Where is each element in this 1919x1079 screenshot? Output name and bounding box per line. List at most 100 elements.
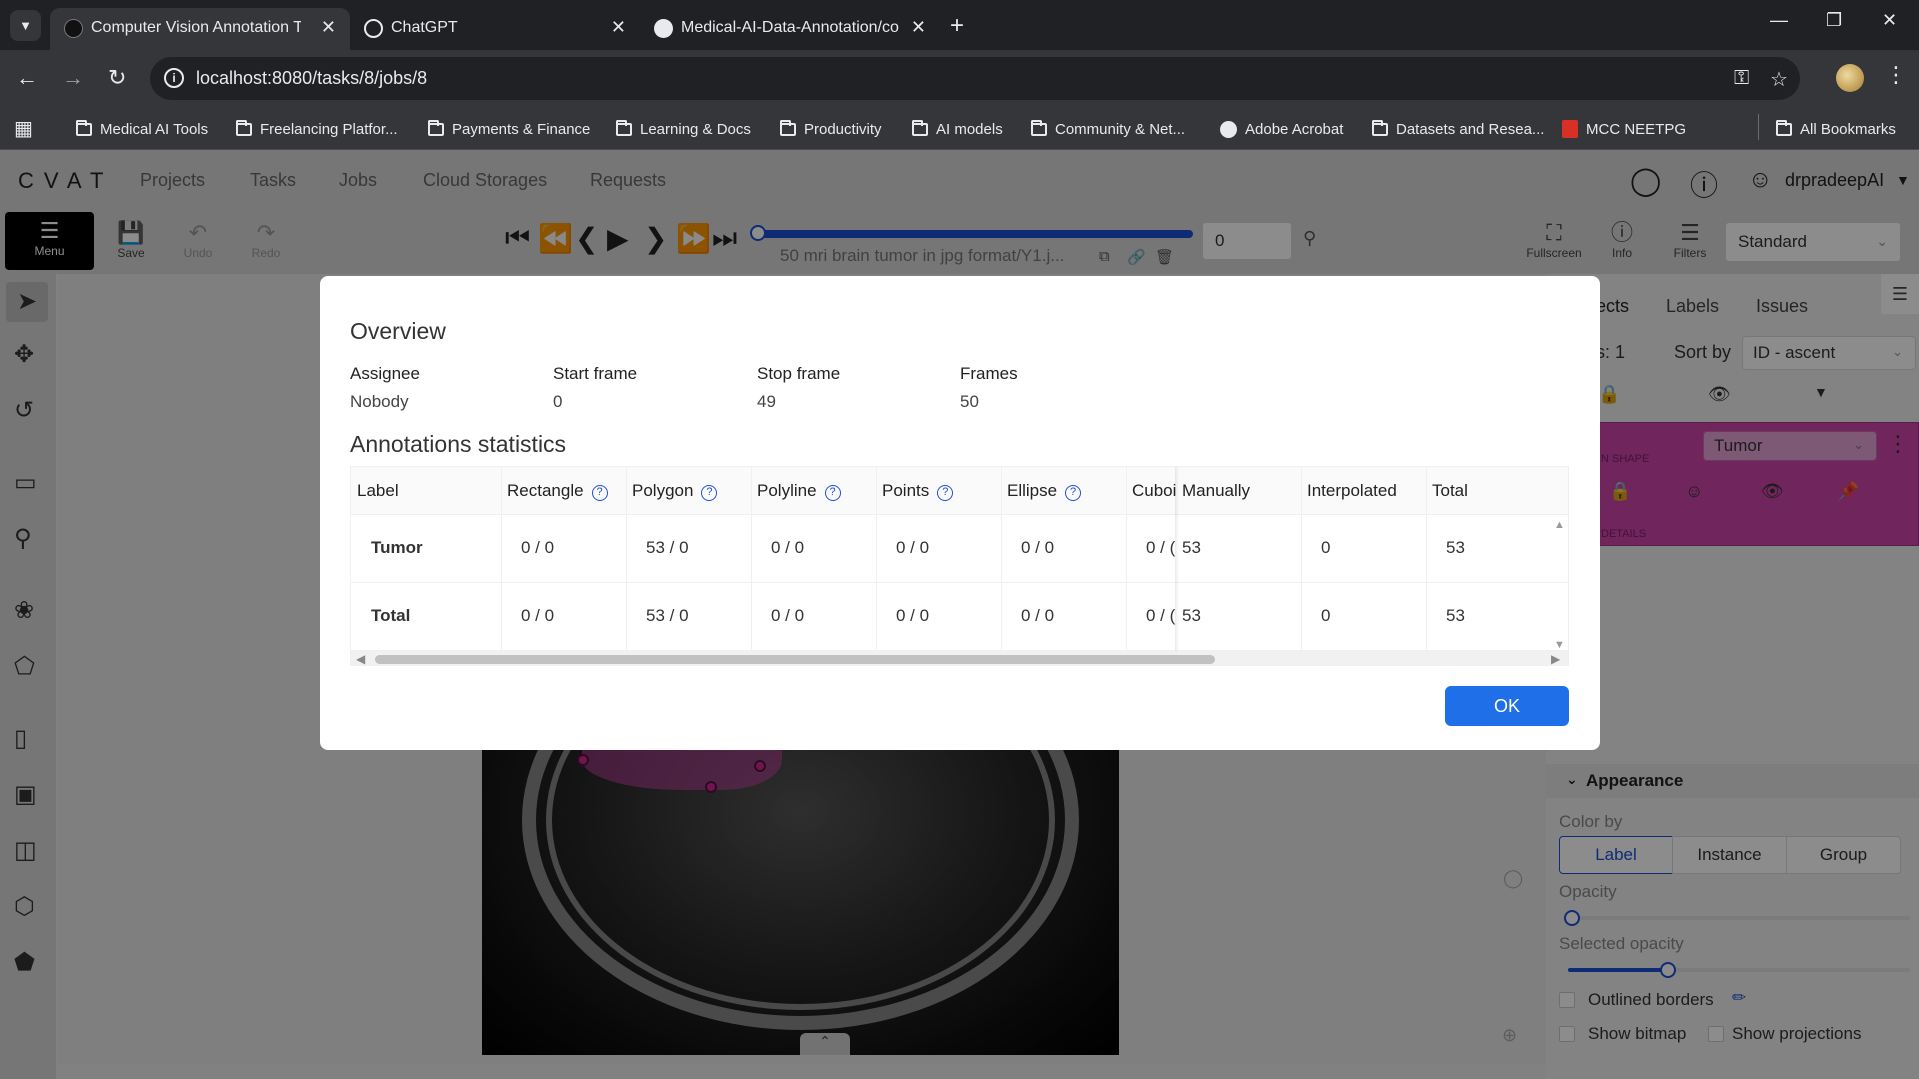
fixed-column-shadow bbox=[1175, 467, 1179, 651]
close-tab-icon[interactable]: ✕ bbox=[911, 17, 926, 38]
assignee-value: Nobody bbox=[350, 392, 409, 411]
reload-icon[interactable]: ↻ bbox=[108, 65, 126, 91]
scroll-right-arrow-icon[interactable]: ▶ bbox=[1551, 652, 1560, 665]
help-circle-icon[interactable]: ? bbox=[937, 485, 954, 501]
ok-button[interactable]: OK bbox=[1445, 686, 1569, 726]
folder-icon bbox=[76, 119, 92, 136]
all-bookmarks[interactable]: All Bookmarks bbox=[1776, 116, 1896, 142]
header-divider bbox=[501, 467, 502, 515]
url-text[interactable]: localhost:8080/tasks/8/jobs/8 bbox=[196, 68, 427, 89]
col-label-text: Manually bbox=[1182, 481, 1251, 500]
col-header-total: Total bbox=[1426, 467, 1568, 515]
table-cell: 53 / 0 bbox=[626, 515, 751, 583]
folder-icon bbox=[1031, 119, 1047, 136]
scroll-left-arrow-icon[interactable]: ◀ bbox=[356, 652, 365, 665]
table-cell: 53 bbox=[1176, 515, 1301, 583]
scroll-up-arrow-icon[interactable]: ▲ bbox=[1554, 519, 1565, 531]
bookmark-label: All Bookmarks bbox=[1800, 120, 1896, 138]
restore-icon[interactable]: ❐ bbox=[1826, 10, 1842, 31]
column-divider bbox=[501, 515, 502, 651]
forward-icon[interactable]: → bbox=[62, 65, 84, 91]
browser-tab-bar: ▼ Computer Vision Annotation To ✕ ChatGP… bbox=[0, 0, 1919, 50]
stop-frame-key: Stop frame bbox=[757, 364, 841, 383]
overview-title: Overview bbox=[350, 318, 446, 344]
job-info-modal: Overview Assignee Nobody Start frame 0 S… bbox=[320, 276, 1600, 750]
help-circle-icon[interactable]: ? bbox=[701, 485, 718, 501]
table-cell: 0 bbox=[1301, 583, 1426, 651]
bookmark-community[interactable]: Community & Net... bbox=[1031, 116, 1185, 142]
bookmark-mcc-neetpg[interactable]: MCC NEETPG bbox=[1562, 116, 1686, 142]
bookmark-label: Adobe Acrobat bbox=[1245, 120, 1344, 138]
column-divider bbox=[626, 515, 627, 651]
tab-chatgpt[interactable]: ChatGPT ✕ bbox=[350, 8, 640, 50]
bookmark-datasets[interactable]: Datasets and Resea... bbox=[1372, 116, 1544, 142]
bookmark-learning[interactable]: Learning & Docs bbox=[616, 116, 751, 142]
bookmark-adobe-acrobat[interactable]: Adobe Acrobat bbox=[1220, 116, 1343, 142]
horizontal-scrollbar[interactable]: ◀ ▶ bbox=[351, 651, 1568, 665]
bookmark-ai-models[interactable]: AI models bbox=[912, 116, 1003, 142]
bookmark-label: Learning & Docs bbox=[640, 120, 751, 138]
start-frame-key: Start frame bbox=[553, 364, 638, 383]
back-icon[interactable]: ← bbox=[16, 65, 38, 91]
help-circle-icon[interactable]: ? bbox=[824, 485, 841, 501]
bookmark-star-icon[interactable]: ☆ bbox=[1770, 67, 1788, 92]
bookmark-payments[interactable]: Payments & Finance bbox=[428, 116, 590, 142]
assignee-key: Assignee bbox=[350, 364, 420, 383]
table-cell: 53 bbox=[1176, 583, 1301, 651]
col-label-text: Interpolated bbox=[1307, 481, 1397, 500]
table-cell: 0 / 0 bbox=[876, 515, 1001, 583]
header-divider bbox=[876, 467, 877, 515]
bookmark-freelancing[interactable]: Freelancing Platfor... bbox=[236, 116, 398, 142]
col-label-text: Label bbox=[357, 481, 399, 500]
bookmark-label: Medical AI Tools bbox=[100, 120, 209, 138]
apps-grid-icon[interactable]: ▦ bbox=[14, 116, 33, 141]
folder-icon bbox=[236, 119, 252, 136]
column-divider bbox=[1301, 515, 1302, 651]
close-tab-icon[interactable]: ✕ bbox=[321, 17, 336, 38]
tab-cvat[interactable]: Computer Vision Annotation To ✕ bbox=[50, 8, 350, 50]
stop-frame-value: 49 bbox=[757, 392, 776, 411]
col-label-text: Ellipse bbox=[1007, 481, 1058, 500]
bookmark-productivity[interactable]: Productivity bbox=[780, 116, 882, 142]
scrollbar-thumb[interactable] bbox=[375, 655, 1215, 664]
close-tab-icon[interactable]: ✕ bbox=[611, 17, 626, 38]
table-cell: 0 / 0 bbox=[751, 515, 876, 583]
column-divider bbox=[876, 515, 877, 651]
annotations-stats-table: Label Rectangle? Polygon? Polyline? Poin… bbox=[350, 466, 1569, 666]
col-header-polygon: Polygon? bbox=[626, 467, 751, 515]
folder-icon bbox=[1372, 119, 1388, 136]
col-header-ellipse: Ellipse? bbox=[1001, 467, 1126, 515]
frames-key: Frames bbox=[960, 364, 1018, 383]
bookmark-label: Community & Net... bbox=[1055, 120, 1186, 138]
tab-search-button[interactable]: ▼ bbox=[10, 10, 41, 41]
mcc-icon bbox=[1562, 120, 1578, 138]
tab-github[interactable]: Medical-AI-Data-Annotation/co ✕ bbox=[640, 8, 940, 50]
acrobat-icon bbox=[1220, 120, 1237, 138]
new-tab-icon[interactable]: + bbox=[950, 12, 964, 40]
table-cell: 0 / 0 bbox=[751, 583, 876, 651]
table-cell: 0 / ( bbox=[1126, 515, 1176, 583]
help-circle-icon[interactable]: ? bbox=[591, 485, 608, 501]
bookmark-label: Payments & Finance bbox=[452, 120, 591, 138]
col-label-text: Points bbox=[882, 481, 930, 500]
browser-menu-icon[interactable]: ⋮ bbox=[1885, 62, 1907, 88]
close-window-icon[interactable]: ✕ bbox=[1882, 10, 1897, 31]
help-circle-icon[interactable]: ? bbox=[1065, 485, 1082, 501]
scroll-down-arrow-icon[interactable]: ▼ bbox=[1554, 639, 1565, 651]
url-bar[interactable]: i localhost:8080/tasks/8/jobs/8 ⚿ ☆ bbox=[150, 57, 1800, 100]
header-divider bbox=[751, 467, 752, 515]
frames-value: 50 bbox=[960, 392, 979, 411]
github-favicon-icon bbox=[654, 19, 673, 38]
site-info-icon[interactable]: i bbox=[164, 68, 184, 88]
password-key-icon[interactable]: ⚿ bbox=[1734, 67, 1749, 90]
header-divider bbox=[1126, 467, 1127, 515]
col-label-text: Total bbox=[1432, 481, 1468, 500]
minimize-icon[interactable]: — bbox=[1770, 10, 1788, 31]
profile-avatar[interactable] bbox=[1836, 64, 1864, 92]
bookmarks-separator bbox=[1758, 114, 1759, 140]
table-cell: 0 / ( bbox=[1126, 583, 1176, 651]
column-divider bbox=[1126, 515, 1127, 651]
bookmark-label: Productivity bbox=[804, 120, 882, 138]
col-label-text: Rectangle bbox=[507, 481, 584, 500]
bookmark-medical-ai-tools[interactable]: Medical AI Tools bbox=[76, 116, 208, 142]
